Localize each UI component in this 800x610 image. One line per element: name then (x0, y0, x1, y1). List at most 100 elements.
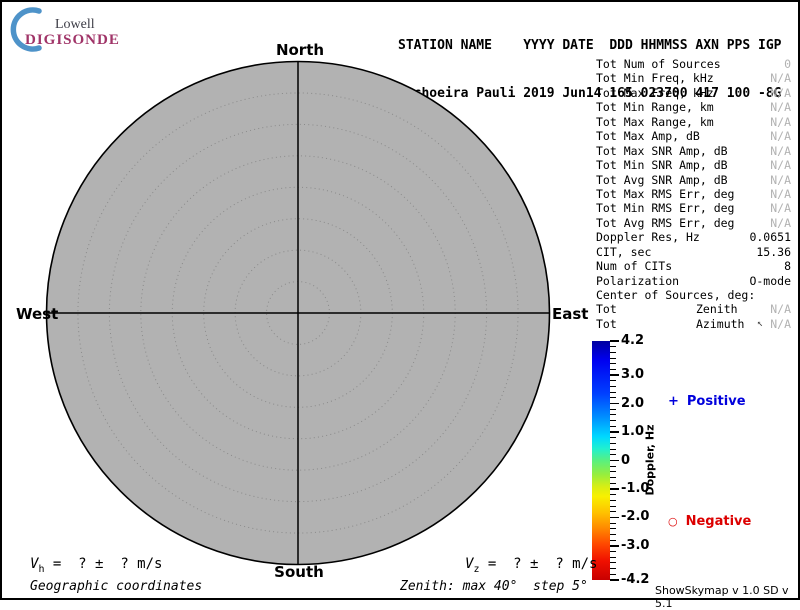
colorbar-minor-tick (610, 500, 616, 501)
colorbar-axis-label: Doppler, Hz (644, 424, 657, 495)
stat-label: Tot Min Freq, kHz (596, 71, 714, 85)
stat-value: N/A (770, 158, 791, 172)
stat-value: 8 (784, 259, 791, 273)
vertical-velocity-readout: Vz = ? ± ? m/s (465, 556, 597, 575)
doppler-colorbar: 4.23.02.01.00-1.0-2.0-3.0-4.2 Doppler, H… (592, 341, 797, 586)
stat-value: N/A (770, 71, 791, 85)
colorbar-minor-tick (610, 574, 616, 575)
colorbar-major-tick (610, 517, 619, 519)
stat-label: Doppler Res, Hz (596, 230, 700, 244)
stat-label: Tot Max Amp, dB (596, 129, 700, 143)
colorbar-major-tick (610, 579, 619, 581)
stat-row: Tot Num of Sources0 (596, 57, 793, 71)
colorbar-major-tick (610, 488, 619, 490)
compass-label-west: West (16, 305, 58, 323)
colorbar-minor-tick (610, 568, 616, 569)
stat-value: N/A (770, 144, 791, 158)
colorbar-tick-label: 2.0 (621, 396, 644, 411)
stat-row: Tot Max Amp, dBN/A (596, 129, 793, 143)
colorbar-minor-tick (610, 420, 616, 421)
stat-row: Doppler Res, Hz 0.0651 (596, 230, 793, 244)
colorbar-tick-label: 3.0 (621, 367, 644, 382)
stat-value: N/A (770, 302, 791, 316)
stat-label: Tot Avg RMS Err, deg (596, 216, 734, 230)
stat-label: Tot Max Freq, kHz (596, 86, 714, 100)
colorbar-minor-tick (610, 363, 616, 364)
colorbar-major-tick (610, 340, 619, 342)
circle-marker-icon: ○ (668, 515, 678, 528)
colorbar-minor-tick (610, 557, 616, 558)
colorbar-minor-tick (610, 477, 616, 478)
stat-label: Tot Avg SNR Amp, dB (596, 173, 728, 187)
colorbar-minor-tick (610, 540, 616, 541)
colorbar-minor-tick (610, 443, 616, 444)
stat-value: O-mode (749, 274, 791, 288)
legend-negative-label: Negative (686, 514, 752, 529)
colorbar-tick-label: 1.0 (621, 424, 644, 439)
vh-value: = ? ± ? m/s (44, 556, 162, 572)
stat-label: Tot (596, 317, 617, 331)
colorbar-major-tick (610, 460, 619, 462)
stat-label: Num of CITs (596, 259, 672, 273)
stat-value: N/A (770, 187, 791, 201)
colorbar-minor-tick (610, 494, 616, 495)
colorbar-minor-tick (610, 528, 616, 529)
stat-label: Polarization (596, 274, 679, 288)
cursor-arrow-icon: ↖ (757, 317, 763, 331)
stat-row: Tot Max Freq, kHz N/A (596, 86, 793, 100)
stat-row: CIT, sec 15.36 (596, 245, 793, 259)
stat-label: Tot Min Range, km (596, 100, 714, 114)
colorbar-minor-tick (610, 437, 616, 438)
colorbar-minor-tick (610, 562, 616, 563)
stat-label: Tot (596, 302, 617, 316)
colorbar-major-tick (610, 545, 619, 547)
colorbar-tick-label: -3.0 (621, 538, 649, 553)
colorbar-minor-tick (610, 426, 616, 427)
colorbar-minor-tick (610, 511, 616, 512)
colorbar-minor-tick (610, 414, 616, 415)
stat-row: Polarization O-mode (596, 274, 793, 288)
colorbar-tick-label: -2.0 (621, 509, 649, 524)
stat-row: Tot Zenith N/A (596, 302, 793, 316)
stat-value: N/A (770, 201, 791, 215)
stat-value: 0.0651 (749, 230, 791, 244)
colorbar-minor-tick (610, 534, 616, 535)
stat-value: 0 (784, 57, 791, 71)
stat-label: Center of Sources, deg: (596, 288, 755, 302)
colorbar-minor-tick (610, 397, 616, 398)
colorbar-minor-tick (610, 358, 616, 359)
colorbar-major-tick (610, 374, 619, 376)
colorbar-gradient (592, 341, 610, 580)
stat-value: N/A (770, 86, 791, 100)
colorbar-minor-tick (610, 454, 616, 455)
plus-marker-icon: + (668, 394, 679, 409)
software-version-label: ShowSkymap v 1.0 SD v 5.1 (655, 584, 800, 610)
stat-value: N/A (770, 115, 791, 129)
stat-label: Tot Min RMS Err, deg (596, 201, 734, 215)
colorbar-tick-label: 4.2 (621, 333, 644, 348)
compass-label-south: South (274, 563, 324, 581)
stat-row: Tot Min RMS Err, deg N/A (596, 201, 793, 215)
stat-row: Tot Min SNR Amp, dBN/A (596, 158, 793, 172)
stat-row: Tot Avg SNR Amp, dBN/A (596, 173, 793, 187)
stat-label: CIT, sec (596, 245, 651, 259)
colorbar-tick-label: -4.2 (621, 572, 649, 587)
colorbar-minor-tick (610, 409, 616, 410)
colorbar-minor-tick (610, 483, 616, 484)
stat-value: 15.36 (756, 245, 791, 259)
stat-sublabel: Zenith (696, 302, 738, 316)
colorbar-minor-tick (610, 369, 616, 370)
colorbar-minor-tick (610, 471, 616, 472)
horizontal-velocity-readout: Vh = ? ± ? m/s (30, 556, 162, 575)
colorbar-tick-label: 0 (621, 453, 630, 468)
stat-value: N/A (770, 317, 791, 331)
stat-row: Tot Max SNR Amp, dB N/A (596, 144, 793, 158)
legend-positive: + Positive (668, 394, 746, 409)
stat-row: Center of Sources, deg: (596, 288, 793, 302)
skymap-window: Lowell DIGISONDE STATION NAME YYYY DATE … (0, 0, 800, 600)
colorbar-minor-tick (610, 386, 616, 387)
stat-label: Tot Max SNR Amp, dB (596, 144, 728, 158)
legend-negative: ○ Negative (668, 514, 751, 529)
colorbar-minor-tick (610, 352, 616, 353)
colorbar-minor-tick (610, 523, 616, 524)
